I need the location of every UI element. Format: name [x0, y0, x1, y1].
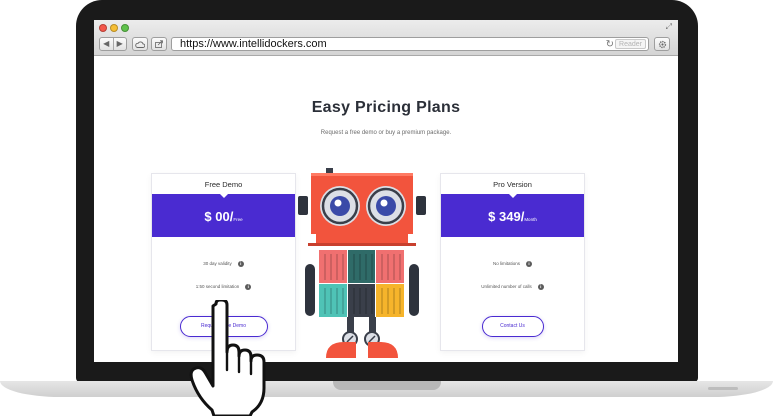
plan-name: Free Demo — [204, 180, 243, 189]
plan-feature: 1:50 second limitation i — [152, 283, 295, 290]
feature-text: 30 day validity — [203, 261, 232, 266]
minimize-window-button[interactable] — [110, 24, 118, 32]
browser-window: ⤢ ◀ ▶ https://www.intellidockers.com ↻ R… — [94, 20, 678, 362]
laptop-mockup: ⤢ ◀ ▶ https://www.intellidockers.com ↻ R… — [0, 0, 773, 418]
plan-price: $ 349/Month — [441, 208, 584, 226]
plan-feature: No limitations i — [441, 260, 584, 267]
pricing-page: Easy Pricing Plans Request a free demo o… — [94, 57, 678, 362]
info-icon[interactable]: i — [237, 260, 244, 267]
plan-feature: 30 day validity i — [152, 260, 295, 267]
zoom-window-button[interactable] — [121, 24, 129, 32]
info-icon[interactable]: i — [526, 260, 532, 267]
back-button[interactable]: ◀ — [100, 38, 113, 50]
reload-icon[interactable]: ↻ — [606, 38, 614, 51]
gear-icon — [658, 40, 666, 48]
plan-name: Pro Version — [493, 180, 532, 189]
info-icon[interactable]: i — [245, 283, 252, 290]
forward-button[interactable]: ▶ — [114, 38, 127, 50]
cloud-icon — [135, 41, 145, 48]
feature-text: Unlimited number of calls — [481, 284, 532, 289]
price-amount: $ 00/ — [204, 209, 234, 224]
price-band: $ 349/Month — [441, 193, 584, 237]
window-controls — [99, 24, 129, 32]
address-bar[interactable]: https://www.intellidockers.com ↻ Reader — [171, 37, 649, 51]
price-band: $ 00/Free — [152, 193, 295, 237]
back-forward-buttons: ◀ ▶ — [99, 37, 127, 51]
page-subtitle: Request a free demo or buy a premium pac… — [320, 130, 452, 136]
pointing-hand-cursor — [189, 300, 266, 416]
feature-text: 1:50 second limitation — [195, 284, 240, 289]
laptop-base-notch — [333, 381, 441, 390]
reader-button[interactable]: Reader — [615, 39, 646, 49]
share-button[interactable] — [151, 37, 167, 51]
close-window-button[interactable] — [99, 24, 107, 32]
share-icon — [154, 40, 163, 48]
url-text: https://www.intellidockers.com — [180, 38, 327, 50]
expand-icon[interactable]: ⤢ — [666, 23, 672, 31]
browser-toolbar: ⤢ ◀ ▶ https://www.intellidockers.com ↻ R… — [94, 20, 678, 56]
plan-price: $ 00/Free — [152, 208, 295, 226]
contact-us-button[interactable]: Contact Us — [481, 316, 544, 337]
cloud-tabs-button[interactable] — [132, 37, 148, 51]
plan-feature: Unlimited number of calls i — [441, 283, 584, 290]
laptop-indicator-light — [708, 387, 738, 390]
price-period: Free — [233, 217, 243, 222]
settings-button[interactable] — [654, 37, 670, 51]
info-icon[interactable]: i — [537, 283, 544, 290]
page-title: Easy Pricing Plans — [311, 99, 461, 116]
plan-card-pro: Pro Version $ 349/Month No limitations i … — [440, 173, 585, 351]
robot-mascot-illustration — [298, 168, 426, 358]
price-amount: $ 349/ — [488, 209, 525, 224]
price-period: Month — [524, 217, 537, 222]
feature-text: No limitations — [492, 261, 520, 266]
